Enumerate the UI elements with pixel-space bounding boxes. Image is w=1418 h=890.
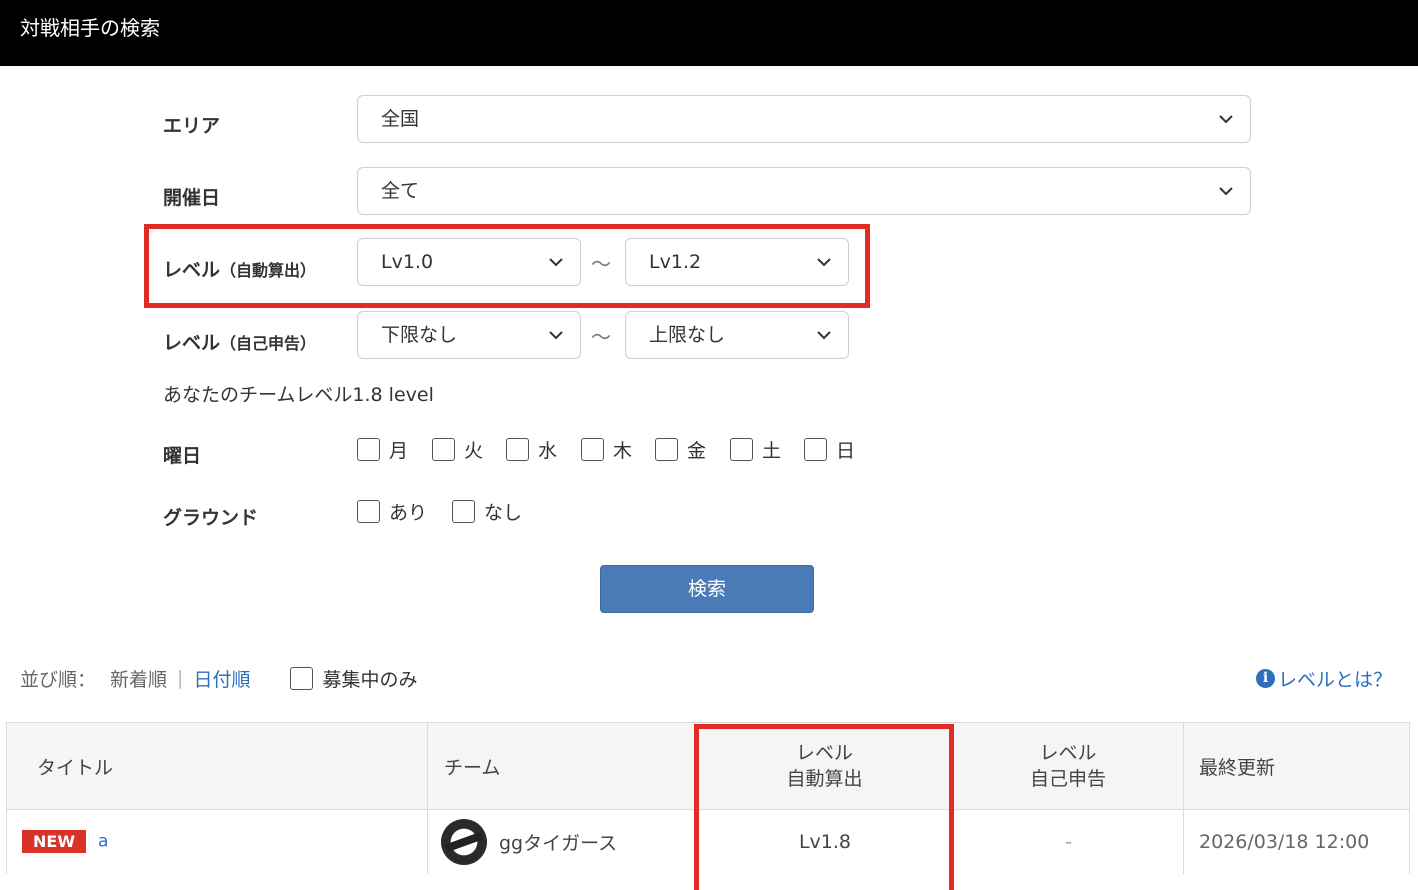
date-select[interactable]: 全て xyxy=(357,167,1251,215)
level-auto-to-value: Lv1.2 xyxy=(649,251,702,273)
weekday-checkbox-sun[interactable]: 日 xyxy=(804,436,855,463)
sort-newest-link[interactable]: 新着順 xyxy=(110,665,167,692)
column-header-level-self-line2: 自己申告 xyxy=(1029,768,1106,790)
chevron-down-icon xyxy=(1219,115,1233,124)
new-badge: NEW xyxy=(22,830,86,854)
recruiting-only-checkbox[interactable]: 募集中のみ xyxy=(290,665,417,692)
checkbox-box[interactable] xyxy=(581,438,604,461)
team-level-text: あなたのチームレベル1.8 level xyxy=(163,384,434,406)
level-auto-to-select[interactable]: Lv1.2 xyxy=(625,238,849,286)
level-auto-tilde: 〜 xyxy=(591,252,611,276)
level-self-label: レベル（自己申告） xyxy=(163,328,316,355)
ground-label: グラウンド xyxy=(163,507,259,529)
weekday-label-fri: 金 xyxy=(687,440,707,462)
level-auto-label-main: レベル xyxy=(163,259,221,281)
weekday-label: 曜日 xyxy=(163,445,202,467)
weekday-label-thu: 木 xyxy=(613,440,633,462)
cell-level-self: - xyxy=(953,809,1184,874)
title-link[interactable]: a xyxy=(98,832,108,852)
level-self-to-select[interactable]: 上限なし xyxy=(625,311,849,359)
weekday-checkbox-fri[interactable]: 金 xyxy=(655,436,706,463)
weekday-label-wed: 水 xyxy=(538,440,558,462)
checkbox-box[interactable] xyxy=(357,500,380,523)
level-help-text: レベルとは？ xyxy=(1277,668,1392,691)
page-header: 対戦相手の検索 xyxy=(0,0,1418,66)
area-select-value: 全国 xyxy=(381,108,420,130)
level-self-label-sub: （自己申告） xyxy=(220,334,317,353)
cell-updated: 2026/03/18 12:00 xyxy=(1183,809,1410,874)
column-header-updated: 最終更新 xyxy=(1183,722,1410,810)
column-header-team: チーム xyxy=(427,722,697,810)
chevron-down-icon xyxy=(817,258,831,267)
ground-checkbox-yes[interactable]: あり xyxy=(357,498,427,525)
level-help-link[interactable]: i レベルとは？ xyxy=(1255,664,1392,692)
team-logo-icon xyxy=(441,818,487,865)
checkbox-box[interactable] xyxy=(730,438,753,461)
chevron-down-icon xyxy=(549,258,563,267)
cell-team: ggタイガース xyxy=(427,809,697,874)
weekday-checkbox-mon[interactable]: 月 xyxy=(357,436,408,463)
weekday-checkbox-tue[interactable]: 火 xyxy=(432,436,483,463)
weekday-label-sat: 土 xyxy=(762,440,782,462)
team-name[interactable]: ggタイガース xyxy=(499,832,617,854)
weekday-checkbox-sat[interactable]: 土 xyxy=(730,436,781,463)
sort-separator: | xyxy=(177,667,184,689)
recruiting-only-label: 募集中のみ xyxy=(322,668,418,691)
level-self-from-select[interactable]: 下限なし xyxy=(357,311,581,359)
level-auto-from-select[interactable]: Lv1.0 xyxy=(357,238,581,286)
area-label: エリア xyxy=(163,115,221,137)
sort-bar: 並び順： 新着順 | 日付順 募集中のみ xyxy=(20,664,417,692)
info-icon: i xyxy=(1255,668,1275,688)
chevron-down-icon xyxy=(1219,187,1233,196)
column-header-level-self: レベル 自己申告 xyxy=(953,722,1184,810)
weekday-label-sun: 日 xyxy=(836,440,856,462)
level-self-from-value: 下限なし xyxy=(381,324,458,346)
search-button[interactable]: 検索 xyxy=(600,565,814,613)
weekday-checkbox-thu[interactable]: 木 xyxy=(581,436,632,463)
checkbox-box[interactable] xyxy=(452,500,475,523)
level-auto-label-sub: （自動算出） xyxy=(220,261,317,280)
cell-title: NEW a xyxy=(6,809,428,874)
chevron-down-icon xyxy=(549,331,563,340)
level-self-label-main: レベル xyxy=(163,332,221,354)
weekday-label-tue: 火 xyxy=(464,440,484,462)
level-auto-column-highlight-box xyxy=(694,724,954,890)
team-logo-bar xyxy=(444,831,484,853)
level-auto-from-value: Lv1.0 xyxy=(381,251,434,273)
area-select[interactable]: 全国 xyxy=(357,95,1251,143)
level-self-tilde: 〜 xyxy=(591,325,611,349)
checkbox-box[interactable] xyxy=(655,438,678,461)
weekday-checkbox-wed[interactable]: 水 xyxy=(506,436,557,463)
weekday-label-mon: 月 xyxy=(389,440,409,462)
ground-label-no: なし xyxy=(484,502,523,524)
sort-label: 並び順： xyxy=(20,668,97,691)
level-self-to-value: 上限なし xyxy=(649,324,726,346)
date-label: 開催日 xyxy=(163,187,221,209)
checkbox-box[interactable] xyxy=(357,438,380,461)
level-auto-label: レベル（自動算出） xyxy=(163,255,316,282)
page-title: 対戦相手の検索 xyxy=(20,16,160,40)
checkbox-box[interactable] xyxy=(506,438,529,461)
chevron-down-icon xyxy=(817,331,831,340)
ground-checkbox-no[interactable]: なし xyxy=(452,498,522,525)
column-header-level-self-line1: レベル xyxy=(1039,742,1097,764)
sort-by-date-link[interactable]: 日付順 xyxy=(193,665,250,692)
date-select-value: 全て xyxy=(381,180,420,202)
checkbox-box[interactable] xyxy=(290,666,314,690)
column-header-title: タイトル xyxy=(6,722,428,810)
ground-label-yes: あり xyxy=(389,502,428,524)
checkbox-box[interactable] xyxy=(432,438,455,461)
checkbox-box[interactable] xyxy=(804,438,827,461)
